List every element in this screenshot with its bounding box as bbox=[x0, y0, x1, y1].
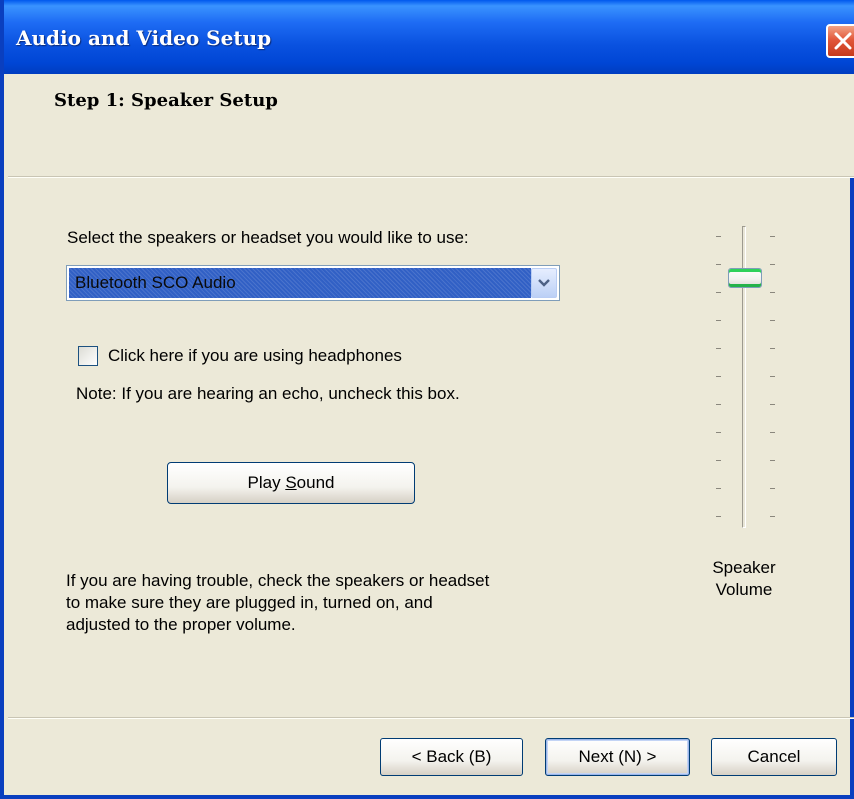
troubleshooting-text: If you are having trouble, check the spe… bbox=[66, 570, 489, 636]
dropdown-arrow-button[interactable] bbox=[531, 268, 557, 298]
slider-thumb[interactable] bbox=[728, 268, 762, 288]
slider-tick bbox=[716, 488, 721, 489]
close-button[interactable] bbox=[826, 24, 854, 58]
slider-tick bbox=[770, 432, 775, 433]
headphones-checkbox[interactable] bbox=[78, 346, 98, 366]
play-sound-accelerator: S bbox=[285, 473, 297, 492]
play-sound-button[interactable]: Play Sound bbox=[167, 462, 415, 504]
title-bar[interactable]: Audio and Video Setup bbox=[4, 0, 854, 74]
troubleshooting-line: If you are having trouble, check the spe… bbox=[66, 571, 490, 590]
volume-label-line2: Volume bbox=[715, 580, 773, 599]
play-sound-label-start: Play bbox=[247, 473, 286, 492]
slider-tick bbox=[770, 376, 775, 377]
wizard-header: Step 1: Speaker Setup bbox=[8, 74, 854, 176]
slider-tick bbox=[716, 432, 721, 433]
troubleshooting-line: to make sure they are plugged in, turned… bbox=[66, 593, 433, 612]
window-title: Audio and Video Setup bbox=[16, 26, 272, 50]
headphones-checkbox-label[interactable]: Click here if you are using headphones bbox=[108, 346, 402, 366]
slider-tick bbox=[770, 320, 775, 321]
speaker-volume-label: Speaker Volume bbox=[694, 557, 794, 601]
slider-tick bbox=[770, 292, 775, 293]
slider-tick bbox=[716, 460, 721, 461]
slider-tick bbox=[716, 320, 721, 321]
slider-tick bbox=[716, 264, 721, 265]
footer-divider-highlight bbox=[8, 718, 854, 719]
slider-tick bbox=[716, 348, 721, 349]
close-icon bbox=[834, 32, 852, 50]
slider-tick bbox=[770, 404, 775, 405]
back-button[interactable]: < Back (B) bbox=[380, 738, 523, 776]
troubleshooting-line: adjusted to the proper volume. bbox=[66, 615, 296, 634]
step-title: Step 1: Speaker Setup bbox=[54, 90, 278, 111]
speaker-select-label: Select the speakers or headset you would… bbox=[67, 228, 469, 247]
slider-tick bbox=[716, 292, 721, 293]
slider-tick bbox=[716, 236, 721, 237]
slider-tick bbox=[770, 264, 775, 265]
slider-tick bbox=[770, 516, 775, 517]
speaker-volume-slider[interactable] bbox=[706, 226, 786, 536]
chevron-down-icon bbox=[538, 279, 550, 287]
slider-tick bbox=[716, 376, 721, 377]
echo-note: Note: If you are hearing an echo, unchec… bbox=[76, 384, 460, 403]
slider-tick bbox=[770, 488, 775, 489]
slider-tick bbox=[716, 516, 721, 517]
slider-tick bbox=[716, 404, 721, 405]
dialog-window: Audio and Video Setup Step 1: Speaker Se… bbox=[0, 0, 854, 799]
slider-tick bbox=[770, 236, 775, 237]
header-divider-highlight bbox=[8, 177, 854, 178]
volume-label-line1: Speaker bbox=[712, 558, 776, 577]
speaker-select-dropdown[interactable]: Bluetooth SCO Audio bbox=[66, 265, 560, 301]
next-button[interactable]: Next (N) > bbox=[545, 738, 690, 776]
play-sound-label-end: ound bbox=[296, 473, 335, 492]
slider-tick bbox=[770, 460, 775, 461]
cancel-button[interactable]: Cancel bbox=[711, 738, 837, 776]
speaker-select-value: Bluetooth SCO Audio bbox=[69, 268, 531, 298]
slider-tick bbox=[770, 348, 775, 349]
